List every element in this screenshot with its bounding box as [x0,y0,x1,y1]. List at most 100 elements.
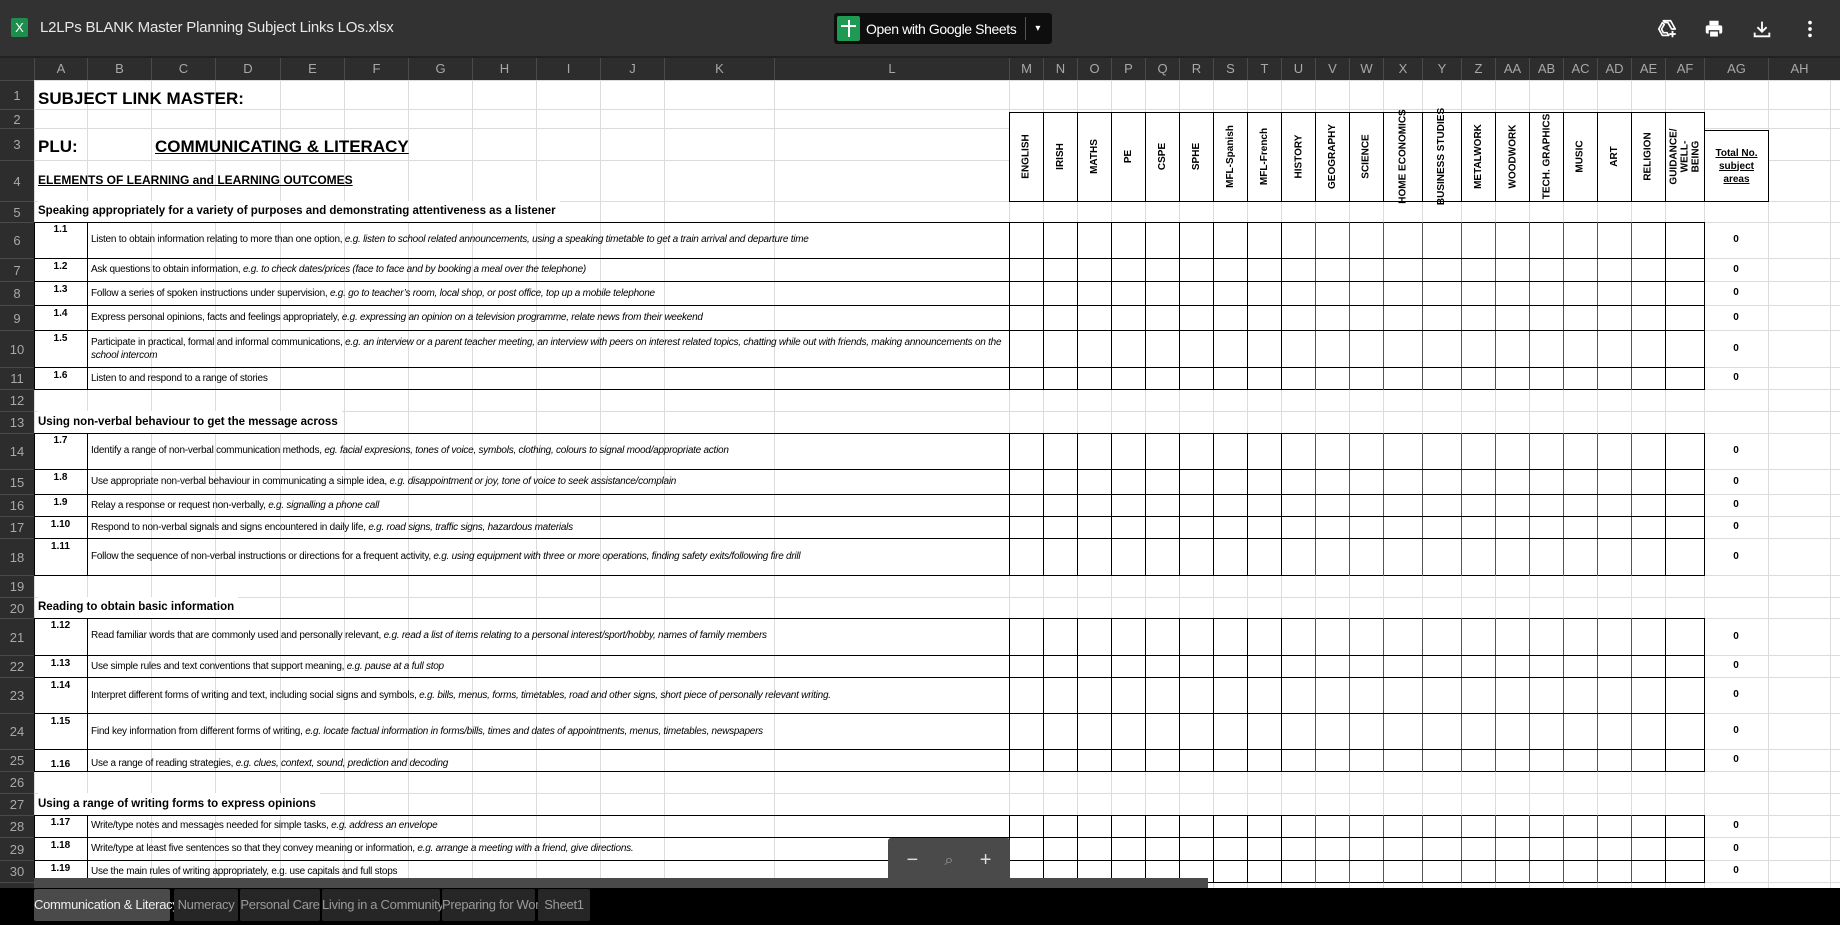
subject-link-cell[interactable] [1383,222,1422,258]
subject-link-cell[interactable] [1077,678,1111,714]
row-header[interactable]: 26 [0,771,34,793]
subject-link-cell[interactable] [1349,838,1383,861]
outcome-total[interactable]: 0 [1704,222,1768,258]
row-header[interactable]: 27 [0,793,34,815]
outcome-code[interactable]: 1.2 [34,261,87,272]
outcome-description[interactable]: Interpret different forms of writing and… [87,678,1009,714]
subject-link-cell[interactable] [1422,331,1461,368]
subject-link-cell[interactable] [1281,433,1315,469]
subject-link-cell[interactable] [1597,714,1631,750]
subject-link-cell[interactable] [1009,306,1043,331]
open-with-dropdown-caret[interactable]: ▾ [1035,23,1040,34]
subject-link-cell[interactable] [1145,331,1179,368]
column-header[interactable]: AB [1529,58,1563,80]
subject-link-cell[interactable] [1145,656,1179,678]
subject-link-cell[interactable] [1563,259,1597,282]
subject-link-cell[interactable] [1597,815,1631,837]
subject-link-cell[interactable] [1422,282,1461,306]
subject-link-cell[interactable] [1179,470,1213,495]
subject-link-cell[interactable] [1179,678,1213,714]
subject-link-cell[interactable] [1111,306,1145,331]
column-header[interactable]: W [1349,58,1383,80]
subject-link-cell[interactable] [1077,282,1111,306]
row-header[interactable]: 15 [0,469,34,494]
outcome-description[interactable]: Express personal opinions, facts and fee… [87,306,1009,331]
subject-header[interactable]: RELIGION [1631,112,1665,201]
subject-link-cell[interactable] [1315,282,1349,306]
subject-link-cell[interactable] [1315,331,1349,368]
column-header[interactable]: AF [1665,58,1704,80]
subject-link-cell[interactable] [1315,750,1349,772]
subject-link-cell[interactable] [1247,282,1281,306]
subject-link-cell[interactable] [1529,282,1563,306]
subject-link-cell[interactable] [1247,539,1281,576]
subject-link-cell[interactable] [1247,517,1281,539]
subject-link-cell[interactable] [1077,222,1111,258]
subject-link-cell[interactable] [1281,331,1315,368]
column-header[interactable]: K [664,58,774,80]
more-options-icon[interactable] [1797,16,1823,42]
outcome-code[interactable]: 1.15 [34,716,87,727]
subject-link-cell[interactable] [1422,306,1461,331]
column-header[interactable]: AE [1631,58,1665,80]
row-header[interactable]: 17 [0,516,34,538]
subject-link-cell[interactable] [1631,750,1665,772]
subject-link-cell[interactable] [1495,495,1529,517]
row-header[interactable]: 11 [0,367,34,389]
outcome-total[interactable]: 0 [1704,749,1768,771]
subject-link-cell[interactable] [1461,306,1495,331]
horizontal-scrollbar[interactable] [34,878,1208,888]
subject-link-cell[interactable] [1529,861,1563,883]
subject-link-cell[interactable] [1349,618,1383,655]
subject-link-cell[interactable] [1383,539,1422,576]
subject-link-cell[interactable] [1349,433,1383,469]
subject-link-cell[interactable] [1349,306,1383,331]
subject-link-cell[interactable] [1597,539,1631,576]
outcome-total[interactable]: 0 [1704,330,1768,367]
outcome-code[interactable]: 1.19 [34,863,87,874]
subject-link-cell[interactable] [1043,838,1077,861]
subject-link-cell[interactable] [1665,282,1704,306]
subject-link-cell[interactable] [1315,495,1349,517]
subject-link-cell[interactable] [1631,470,1665,495]
subject-link-cell[interactable] [1597,750,1631,772]
subject-link-cell[interactable] [1563,368,1597,390]
subject-link-cell[interactable] [1665,470,1704,495]
subject-link-cell[interactable] [1111,470,1145,495]
subject-link-cell[interactable] [1563,656,1597,678]
subject-link-cell[interactable] [1529,368,1563,390]
subject-link-cell[interactable] [1009,259,1043,282]
subject-link-cell[interactable] [1461,861,1495,883]
subject-link-cell[interactable] [1145,222,1179,258]
subject-link-cell[interactable] [1077,656,1111,678]
subject-link-cell[interactable] [1179,838,1213,861]
subject-link-cell[interactable] [1563,282,1597,306]
subject-link-cell[interactable] [1349,750,1383,772]
subject-link-cell[interactable] [1281,368,1315,390]
subject-link-cell[interactable] [1495,259,1529,282]
subject-link-cell[interactable] [1111,495,1145,517]
subject-link-cell[interactable] [1383,368,1422,390]
subject-link-cell[interactable] [1529,433,1563,469]
column-header[interactable]: X [1383,58,1422,80]
zoom-reset-icon[interactable]: ⌕ [934,852,964,870]
subject-link-cell[interactable] [1009,656,1043,678]
subject-link-cell[interactable] [1461,433,1495,469]
subject-link-cell[interactable] [1179,517,1213,539]
subject-link-cell[interactable] [1179,331,1213,368]
subject-link-cell[interactable] [1281,259,1315,282]
subject-link-cell[interactable] [1495,470,1529,495]
subject-link-cell[interactable] [1631,618,1665,655]
subject-link-cell[interactable] [1461,815,1495,837]
subject-link-cell[interactable] [1179,750,1213,772]
subject-link-cell[interactable] [1461,750,1495,772]
subject-link-cell[interactable] [1665,222,1704,258]
row-header[interactable]: 3 [0,128,34,160]
subject-link-cell[interactable] [1111,433,1145,469]
subject-link-cell[interactable] [1043,433,1077,469]
subject-link-cell[interactable] [1383,282,1422,306]
subject-link-cell[interactable] [1111,222,1145,258]
column-header[interactable]: AD [1597,58,1631,80]
subject-link-cell[interactable] [1597,259,1631,282]
subject-link-cell[interactable] [1422,539,1461,576]
